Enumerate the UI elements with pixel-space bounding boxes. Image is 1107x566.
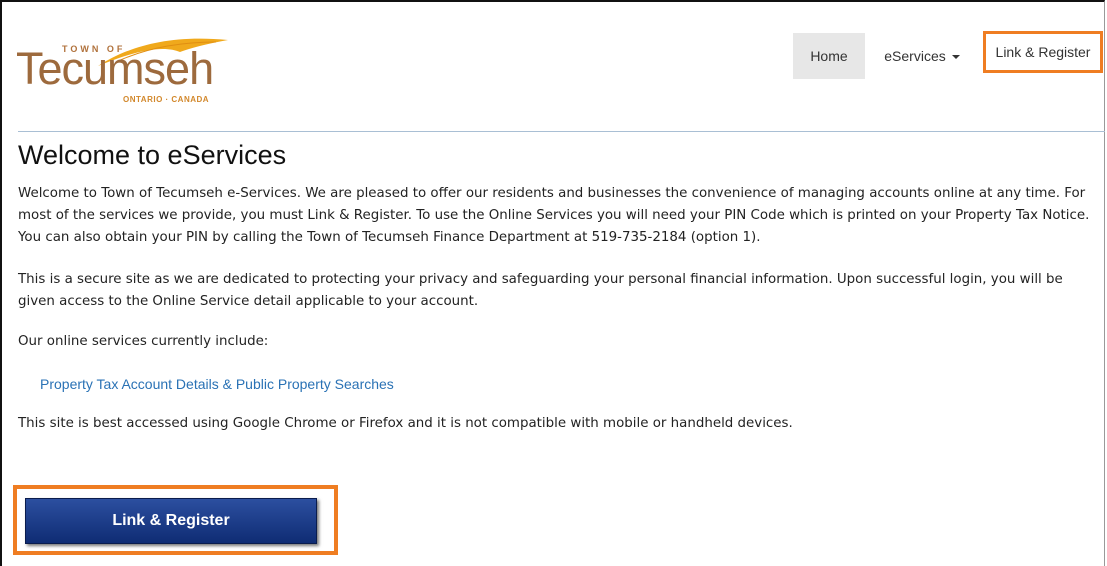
- nav-home[interactable]: Home: [793, 33, 865, 79]
- intro-paragraph: Welcome to Town of Tecumseh e-Services. …: [18, 186, 1090, 245]
- town-logo[interactable]: TOWN OF Tecumseh ONTARIO · CANADA: [16, 30, 236, 110]
- nav-eservices-label: eServices: [884, 48, 946, 64]
- browser-note: This site is best accessed using Google …: [18, 416, 793, 431]
- logo-region: ONTARIO · CANADA: [123, 95, 210, 104]
- page-title: Welcome to eServices: [18, 140, 287, 170]
- service-link-property-tax[interactable]: Property Tax Account Details & Public Pr…: [40, 373, 1098, 395]
- services-intro: Our online services currently include:: [18, 334, 269, 349]
- link-register-button[interactable]: Link & Register: [25, 498, 317, 544]
- caret-down-icon: [951, 55, 960, 60]
- nav-eservices-dropdown[interactable]: eServices: [867, 33, 977, 79]
- nav-link-register[interactable]: Link & Register: [983, 31, 1103, 73]
- logo-name: Tecumseh: [16, 43, 214, 94]
- security-paragraph: This is a secure site as we are dedicate…: [18, 272, 1063, 309]
- cta-highlight: Link & Register: [13, 485, 338, 555]
- header-divider: [18, 131, 1105, 132]
- main-content: Welcome to eServices Welcome to Town of …: [18, 137, 1098, 435]
